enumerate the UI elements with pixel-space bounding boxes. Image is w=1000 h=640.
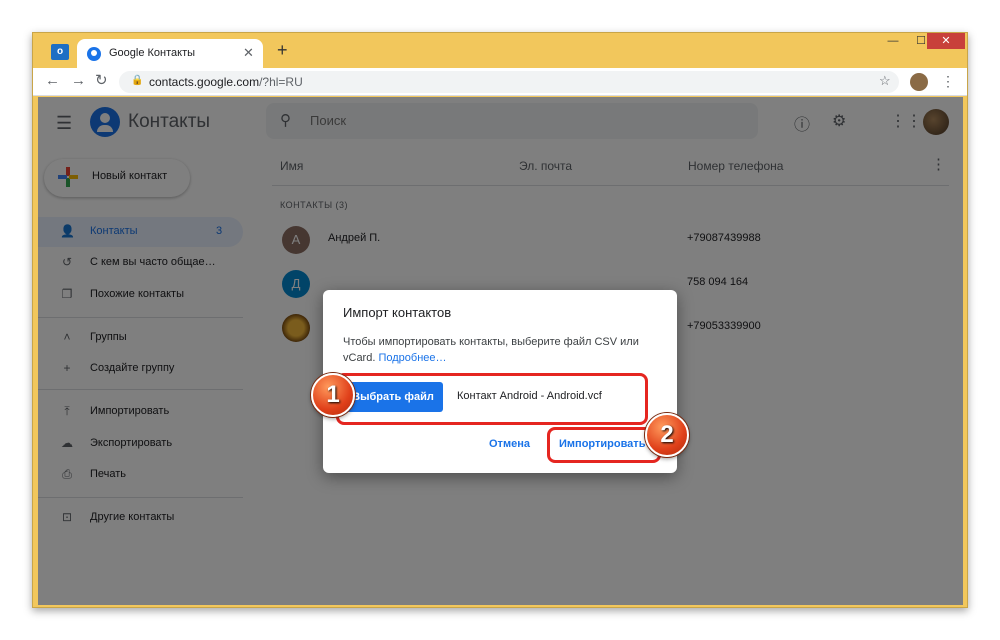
reload-icon[interactable]: ↻ (95, 72, 108, 90)
highlight-file-picker (336, 373, 648, 425)
tab-bar: o Google Контакты ✕ + — ☐ ✕ (33, 33, 967, 68)
step-1-badge: 1 (311, 373, 355, 417)
dialog-description: Чтобы импортировать контакты, выберите ф… (343, 336, 639, 364)
new-tab-button[interactable]: + (277, 41, 288, 59)
learn-more-link[interactable]: Подробнее… (378, 352, 446, 364)
browser-window: o Google Контакты ✕ + — ☐ ✕ ← → ↻ 🔒 cont… (32, 32, 968, 608)
lock-icon: 🔒 (131, 75, 144, 86)
forward-arrow-icon[interactable]: → (71, 72, 86, 90)
bookmark-star-icon[interactable]: ☆ (879, 73, 891, 89)
browser-tab[interactable]: Google Контакты ✕ (77, 39, 263, 68)
close-window-button[interactable]: ✕ (927, 33, 965, 49)
dialog-title: Импорт контактов (343, 305, 452, 320)
back-arrow-icon[interactable]: ← (45, 72, 60, 90)
browser-menu-icon[interactable]: ⋮ (941, 72, 955, 90)
tab-title: Google Контакты (109, 47, 196, 59)
address-bar[interactable]: 🔒 contacts.google.com/?hl=RU ☆ (119, 71, 899, 93)
contacts-favicon-icon (87, 47, 101, 61)
url-text: contacts.google.com/?hl=RU (149, 75, 303, 89)
contacts-page: ☰ Контакты ⚲ ⓘ ⚙ ⋮⋮ Новый контакт 👤 Конт… (38, 97, 963, 605)
browser-profile-avatar[interactable] (910, 73, 928, 91)
step-2-badge: 2 (645, 413, 689, 457)
tab-close-icon[interactable]: ✕ (243, 45, 254, 61)
cancel-button[interactable]: Отмена (489, 438, 530, 450)
minimize-button[interactable]: — (879, 33, 907, 49)
highlight-import-button (547, 427, 661, 463)
browser-toolbar: ← → ↻ 🔒 contacts.google.com/?hl=RU ☆ ⋮ (33, 68, 967, 96)
outlook-app-icon: o (51, 44, 69, 60)
